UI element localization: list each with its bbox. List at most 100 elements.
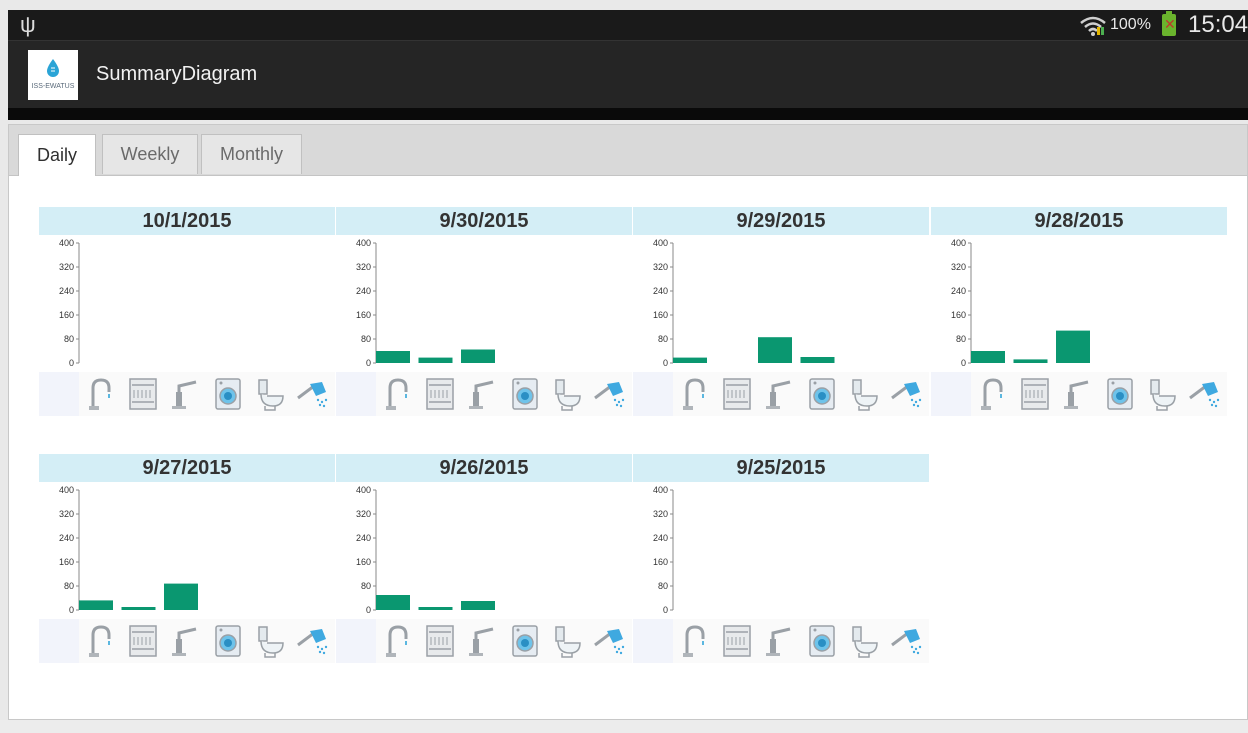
- usage-bar: [376, 351, 410, 363]
- y-tick-label: 400: [356, 485, 371, 495]
- day-summary-panel: 10/1/2015 400 320 240 160 80 0: [39, 207, 335, 448]
- washing-machine-icon: [808, 625, 835, 657]
- daily-usage-bar-chart: 400 320 240 160 80 0: [59, 238, 80, 368]
- y-tick-label: 320: [653, 262, 668, 272]
- usage-bar: [1013, 359, 1048, 363]
- y-tick-label: 0: [366, 358, 371, 368]
- y-tick-label: 240: [653, 533, 668, 543]
- y-tick-label: 0: [366, 605, 371, 615]
- day-summary-panel: 9/29/2015 400 320 240 160 80 0: [633, 207, 929, 448]
- appliance-icon-row: [336, 619, 632, 663]
- usb-icon: ψ: [20, 12, 36, 37]
- usage-bar: [971, 351, 1005, 363]
- dishwasher-icon: [425, 625, 454, 657]
- y-tick-label: 160: [356, 310, 371, 320]
- y-tick-label: 80: [64, 581, 74, 591]
- dishwasher-icon: [425, 378, 454, 410]
- toilet-icon: [555, 626, 581, 658]
- appliance-icon-row: [633, 619, 929, 663]
- y-tick-label: 240: [951, 286, 966, 296]
- toilet-icon: [1150, 379, 1176, 411]
- y-tick-label: 240: [59, 533, 74, 543]
- y-tick-label: 0: [961, 358, 966, 368]
- washing-machine-icon: [214, 625, 241, 657]
- kitchen-faucet-icon: [469, 627, 494, 656]
- y-tick-label: 80: [64, 334, 74, 344]
- y-tick-label: 320: [653, 509, 668, 519]
- y-tick-label: 0: [663, 605, 668, 615]
- daily-usage-bar-chart: 400 320 240 160 80 0: [653, 485, 674, 615]
- day-date-header: 9/27/2015: [39, 454, 335, 482]
- daily-usage-bar-chart: 400 320 240 160 80 0: [356, 238, 495, 368]
- y-tick-label: 240: [59, 286, 74, 296]
- usage-bar: [800, 357, 835, 363]
- dishwasher-icon: [1020, 378, 1049, 410]
- y-tick-label: 80: [956, 334, 966, 344]
- water-tap-icon: [683, 378, 705, 410]
- day-date-header: 9/29/2015: [633, 207, 929, 235]
- day-date-header: 9/26/2015: [336, 454, 632, 482]
- water-tap-icon: [683, 625, 705, 657]
- icon-row-spacer: [336, 619, 376, 663]
- usage-bar: [418, 357, 453, 363]
- app-title: SummaryDiagram: [96, 63, 258, 85]
- tab-label: Weekly: [120, 144, 180, 164]
- daily-usage-bar-chart: 400 320 240 160 80 0: [951, 238, 1090, 368]
- water-tap-icon: [89, 378, 111, 410]
- daily-usage-bar-chart: 400 320 240 160 80 0: [59, 485, 198, 615]
- dishwasher-icon: [128, 378, 157, 410]
- y-tick-label: 160: [951, 310, 966, 320]
- logo-text: ISS-EWATUS: [31, 83, 75, 90]
- washing-machine-icon: [808, 378, 835, 410]
- y-tick-label: 240: [356, 286, 371, 296]
- usage-bar: [758, 337, 792, 363]
- y-tick-label: 320: [356, 509, 371, 519]
- toilet-icon: [852, 379, 878, 411]
- toilet-icon: [258, 379, 284, 411]
- y-tick-label: 320: [356, 262, 371, 272]
- y-tick-label: 400: [951, 238, 966, 248]
- day-summary-panel: 9/27/2015 400 320 240 160 80 0: [39, 454, 335, 695]
- washing-machine-icon: [214, 378, 241, 410]
- tab-daily[interactable]: Daily: [18, 134, 96, 176]
- day-date-header: 10/1/2015: [39, 207, 335, 235]
- usage-bar: [79, 600, 113, 610]
- kitchen-faucet-icon: [172, 380, 197, 409]
- day-date-header: 9/28/2015: [931, 207, 1227, 235]
- day-summary-panel: 9/26/2015 400 320 240 160 80 0: [336, 454, 632, 695]
- water-tap-icon: [89, 625, 111, 657]
- kitchen-faucet-icon: [1064, 380, 1089, 409]
- bottom-bar: [0, 720, 1248, 733]
- shower-icon: [890, 382, 921, 408]
- toilet-icon: [852, 626, 878, 658]
- app-bar-divider: [8, 108, 1248, 120]
- y-tick-label: 320: [951, 262, 966, 272]
- water-tap-icon: [386, 625, 408, 657]
- appliance-icon-row: [336, 372, 632, 416]
- usage-bar: [1056, 330, 1090, 363]
- kitchen-faucet-icon: [172, 627, 197, 656]
- y-tick-label: 400: [59, 485, 74, 495]
- y-tick-label: 160: [59, 557, 74, 567]
- washing-machine-icon: [1106, 378, 1133, 410]
- icon-row-spacer: [931, 372, 971, 416]
- battery-percent: 100%: [1110, 16, 1151, 33]
- shower-icon: [296, 382, 327, 408]
- y-tick-label: 320: [59, 262, 74, 272]
- water-tap-icon: [981, 378, 1003, 410]
- tab-monthly[interactable]: Monthly: [201, 134, 302, 174]
- kitchen-faucet-icon: [766, 380, 791, 409]
- day-date-header: 9/30/2015: [336, 207, 632, 235]
- app-logo[interactable]: ISS-EWATUS: [28, 50, 78, 100]
- icon-row-spacer: [633, 372, 673, 416]
- y-tick-label: 80: [361, 581, 371, 591]
- icon-row-spacer: [39, 619, 79, 663]
- dishwasher-icon: [722, 625, 751, 657]
- y-tick-label: 400: [653, 485, 668, 495]
- day-date-header: 9/25/2015: [633, 454, 929, 482]
- tab-weekly[interactable]: Weekly: [102, 134, 198, 174]
- kitchen-faucet-icon: [469, 380, 494, 409]
- day-summary-panel: 9/28/2015 400 320 240 160 80 0: [931, 207, 1227, 448]
- y-tick-label: 400: [356, 238, 371, 248]
- icon-row-spacer: [336, 372, 376, 416]
